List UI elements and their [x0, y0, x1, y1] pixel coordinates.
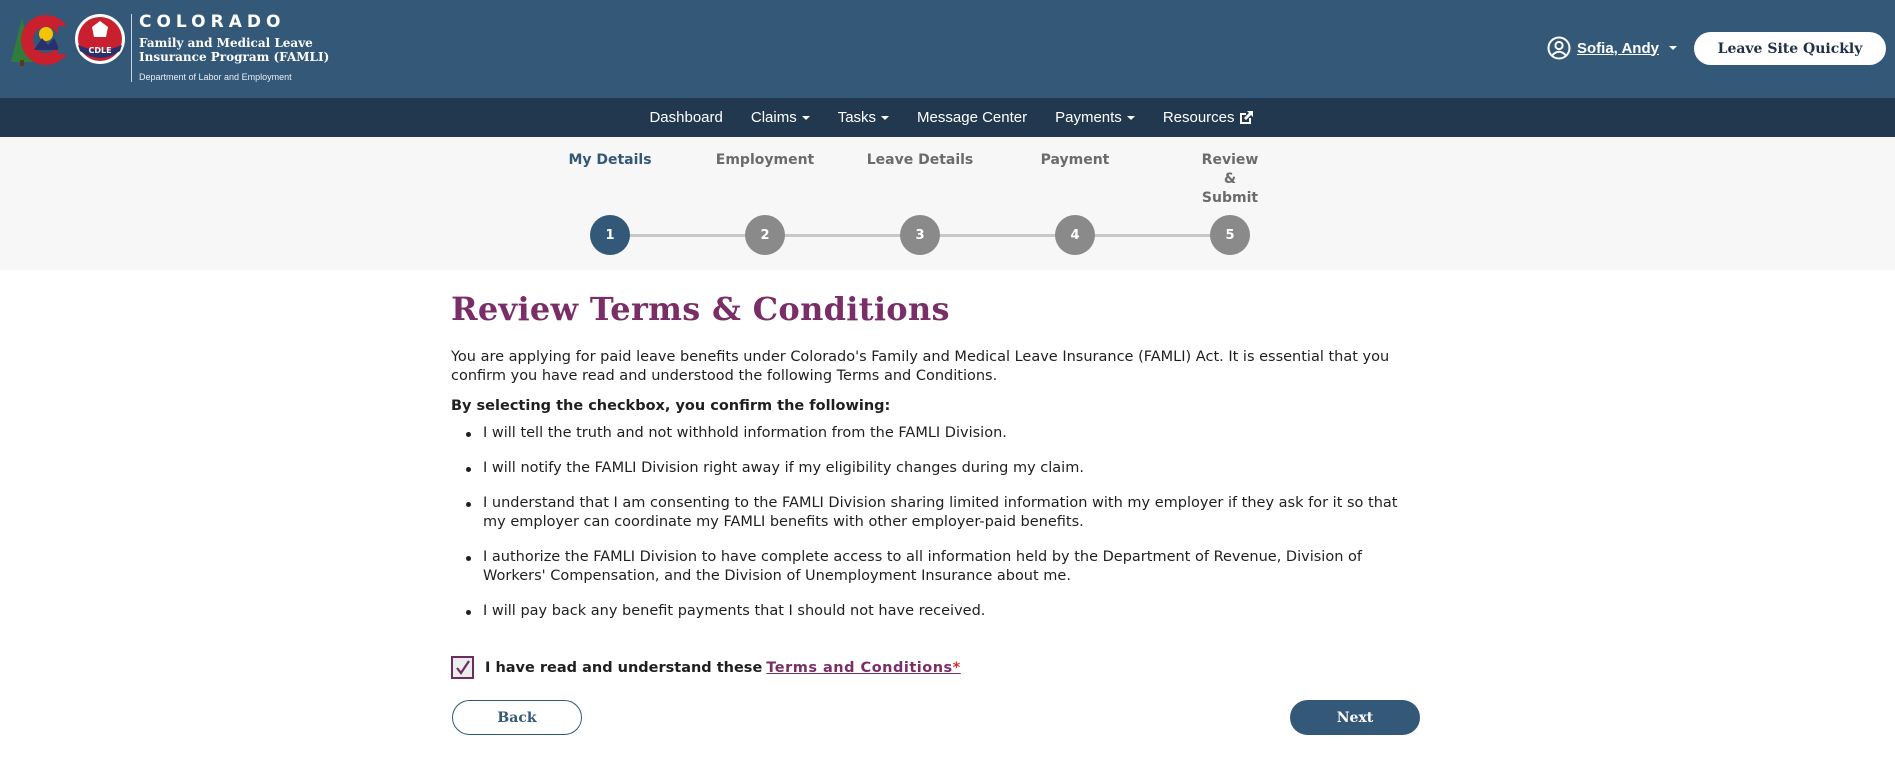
cdle-badge-text: CDLE [88, 46, 111, 55]
step-circle-3[interactable]: 3 [900, 215, 940, 255]
step-label-employment: Employment [715, 152, 815, 168]
leave-site-quickly-button[interactable]: Leave Site Quickly [1694, 32, 1886, 65]
nav-item-tasks[interactable]: Tasks [837, 109, 890, 126]
chevron-down-icon [1668, 46, 1677, 50]
chevron-down-icon [881, 115, 890, 120]
checkbox-label: I have read and understand these [485, 659, 763, 676]
terms-list-item: I authorize the FAMLI Division to have c… [451, 548, 1421, 586]
page-title: Review Terms & Conditions [451, 290, 950, 328]
terms-list-item: I will pay back any benefit payments tha… [451, 602, 1421, 621]
user-account-icon [1547, 36, 1571, 60]
user-menu[interactable]: Sofia, Andy [1547, 36, 1677, 60]
nav-label: Message Center [917, 109, 1028, 126]
brand-subtitle: Family and Medical Leave Insurance Progr… [139, 36, 330, 64]
terms-list: I will tell the truth and not withhold i… [451, 424, 1451, 621]
step-label-my-details: My Details [568, 152, 652, 168]
step-circle-4[interactable]: 4 [1055, 215, 1095, 255]
step-circle-2[interactable]: 2 [745, 215, 785, 255]
back-button[interactable]: Back [452, 700, 582, 735]
chevron-down-icon [1126, 115, 1135, 120]
nav-item-claims[interactable]: Claims [751, 109, 810, 126]
checkmark-icon [455, 659, 470, 675]
logo-divider [131, 14, 132, 82]
nav-label: Tasks [837, 109, 877, 126]
confirm-heading: By selecting the checkbox, you confirm t… [451, 398, 891, 414]
nav-label: Resources [1162, 109, 1235, 126]
main-nav: Dashboard Claims Tasks Message Center Pa… [0, 98, 1895, 137]
nav-label: Claims [750, 109, 797, 126]
user-name-link[interactable]: Sofia, Andy [1577, 40, 1659, 57]
chevron-down-icon [801, 115, 810, 120]
terms-checkbox[interactable] [451, 656, 474, 679]
nav-item-message-center[interactable]: Message Center [917, 109, 1027, 126]
terms-content: Review Terms & Conditions You are applyi… [451, 290, 1451, 637]
step-circle-5[interactable]: 5 [1210, 215, 1250, 255]
intro-text: You are applying for paid leave benefits… [451, 349, 1390, 384]
terms-and-conditions-link[interactable]: Terms and Conditions* [766, 660, 960, 676]
progress-stepper: My Details Employment Leave Details Paym… [0, 137, 1895, 270]
required-marker: * [952, 659, 961, 676]
brand-title: COLORADO [139, 12, 286, 32]
step-circle-1[interactable]: 1 [590, 215, 630, 255]
terms-list-item: I will tell the truth and not withhold i… [451, 424, 1421, 443]
nav-item-resources[interactable]: Resources [1163, 109, 1254, 126]
next-button[interactable]: Next [1290, 700, 1420, 735]
nav-label: Dashboard [649, 109, 723, 126]
nav-label: Payments [1055, 109, 1122, 126]
external-link-icon [1239, 110, 1253, 124]
terms-list-item: I will notify the FAMLI Division right a… [451, 459, 1421, 478]
terms-list-item: I understand that I am consenting to the… [451, 494, 1421, 532]
step-label-payment: Payment [1040, 152, 1110, 168]
brand-department: Department of Labor and Employment [139, 72, 292, 82]
site-header: CDLE COLORADO Family and Medical Leave I… [0, 0, 1895, 98]
cdle-logo-icon: CDLE [74, 13, 126, 65]
step-label-leave-details: Leave Details [866, 152, 974, 168]
colorado-logo-icon [11, 15, 74, 66]
terms-link-text: Terms and Conditions [766, 659, 953, 676]
step-label-review-submit: Review & Submit [1201, 152, 1259, 206]
terms-checkbox-row: I have read and understand these Terms a… [451, 656, 961, 679]
nav-item-dashboard[interactable]: Dashboard [649, 109, 722, 126]
nav-item-payments[interactable]: Payments [1055, 109, 1135, 126]
